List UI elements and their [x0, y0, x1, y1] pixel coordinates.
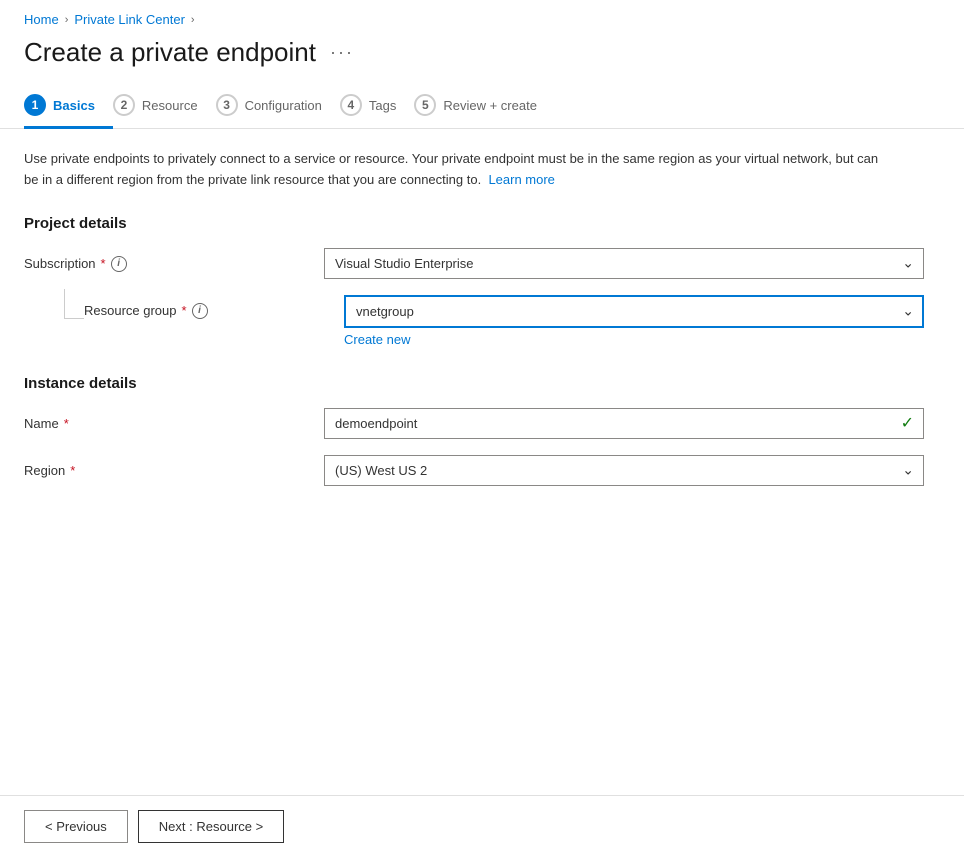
subscription-select[interactable]: Visual Studio Enterprise [324, 248, 924, 279]
wizard-tabs: 1 Basics 2 Resource 3 Configuration 4 Ta… [0, 84, 964, 129]
tab-review-create[interactable]: 5 Review + create [414, 84, 555, 129]
tab-basics-circle: 1 [24, 94, 46, 116]
tab-tags-label: Tags [369, 98, 396, 113]
breadcrumb-sep-1: › [65, 14, 69, 26]
region-row: Region * (US) West US 2 [24, 455, 924, 486]
tab-resource-circle: 2 [113, 94, 135, 116]
project-details-section: Project details Subscription * i Visual … [24, 215, 940, 347]
previous-button[interactable]: < Previous [24, 810, 128, 843]
main-content: Use private endpoints to privately conne… [0, 129, 964, 534]
subscription-select-wrapper: Visual Studio Enterprise [324, 248, 924, 279]
tab-tags-circle: 4 [340, 94, 362, 116]
page-title: Create a private endpoint [24, 37, 316, 68]
region-control: (US) West US 2 [324, 455, 924, 486]
breadcrumb: Home › Private Link Center › [0, 0, 964, 33]
tab-tags[interactable]: 4 Tags [340, 84, 414, 129]
next-button[interactable]: Next : Resource > [138, 810, 284, 843]
name-row: Name * ✓ [24, 408, 924, 439]
region-required: * [70, 463, 75, 478]
name-control: ✓ [324, 408, 924, 439]
name-check-icon: ✓ [901, 413, 914, 433]
resource-group-select[interactable]: vnetgroup [344, 295, 924, 328]
resource-group-select-wrapper: vnetgroup [344, 295, 924, 328]
learn-more-link[interactable]: Learn more [488, 172, 554, 187]
tab-basics-label: Basics [53, 98, 95, 113]
tab-basics[interactable]: 1 Basics [24, 84, 113, 129]
project-details-title: Project details [24, 215, 940, 232]
subscription-control: Visual Studio Enterprise [324, 248, 924, 279]
resource-group-control: vnetgroup Create new [344, 295, 924, 347]
bottom-bar: < Previous Next : Resource > [0, 795, 964, 857]
region-select[interactable]: (US) West US 2 [324, 455, 924, 486]
tab-resource[interactable]: 2 Resource [113, 84, 216, 129]
resource-group-required: * [182, 303, 187, 318]
tab-review-circle: 5 [414, 94, 436, 116]
name-label: Name * [24, 408, 324, 431]
name-required: * [64, 416, 69, 431]
subscription-label: Subscription * i [24, 248, 324, 272]
resource-group-info-icon[interactable]: i [192, 303, 208, 319]
create-new-link[interactable]: Create new [344, 332, 410, 347]
region-select-wrapper: (US) West US 2 [324, 455, 924, 486]
subscription-info-icon[interactable]: i [111, 256, 127, 272]
subscription-row: Subscription * i Visual Studio Enterpris… [24, 248, 924, 279]
tab-resource-label: Resource [142, 98, 198, 113]
tab-review-label: Review + create [443, 98, 537, 113]
info-description: Use private endpoints to privately conne… [24, 149, 884, 191]
breadcrumb-private-link-center[interactable]: Private Link Center [74, 12, 185, 27]
subscription-required: * [101, 256, 106, 271]
tab-configuration-circle: 3 [216, 94, 238, 116]
breadcrumb-sep-2: › [191, 14, 195, 26]
resource-group-label: Resource group * i [84, 295, 344, 319]
breadcrumb-home[interactable]: Home [24, 12, 59, 27]
name-input-wrapper: ✓ [324, 408, 924, 439]
page-header: Create a private endpoint ··· [0, 33, 964, 84]
region-label: Region * [24, 455, 324, 478]
tab-configuration[interactable]: 3 Configuration [216, 84, 340, 129]
ellipsis-button[interactable]: ··· [326, 40, 358, 65]
name-input[interactable] [324, 408, 924, 439]
tab-configuration-label: Configuration [245, 98, 322, 113]
instance-details-section: Instance details Name * ✓ Region * [24, 375, 940, 486]
instance-details-title: Instance details [24, 375, 940, 392]
